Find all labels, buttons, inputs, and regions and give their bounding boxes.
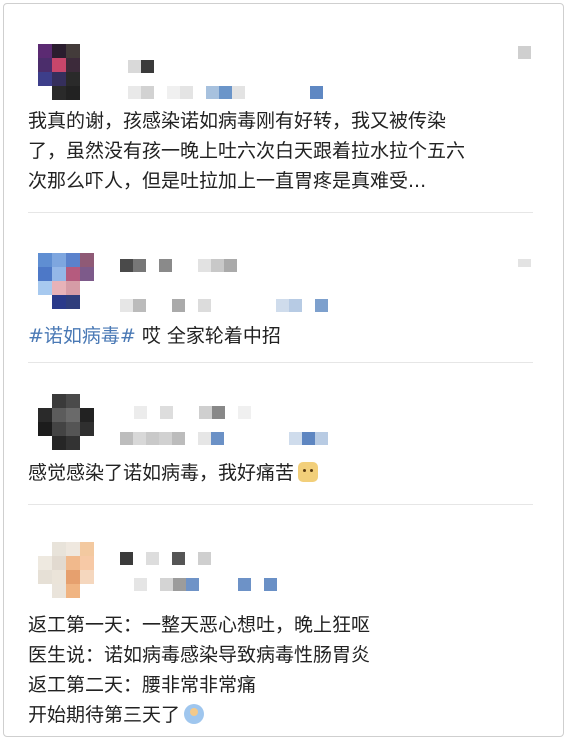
- avatar[interactable]: [38, 394, 94, 450]
- comment-item: 返工第一天：一整天恶心想吐，晚上狂呕 医生说：诺如病毒感染导致病毒性肠胃炎 返工…: [28, 532, 545, 732]
- meta-blurred: [120, 432, 328, 446]
- more-options-icon[interactable]: [518, 259, 531, 267]
- comment-card: 我真的谢，孩感染诺如病毒刚有好转，我又被传染 了，虽然没有孩一晚上吐六次白天跟着…: [3, 3, 564, 737]
- comment-line: 医生说：诺如病毒感染导致病毒性肠胃炎: [28, 644, 371, 666]
- meta-blurred: [134, 578, 277, 592]
- comment-line: 了，虽然没有孩一晚上吐六次白天跟着拉水拉个五六: [28, 140, 466, 162]
- comment-item: #诺如病毒# 哎 全家轮着中招: [28, 249, 545, 359]
- divider: [28, 212, 533, 213]
- username-blurred[interactable]: [120, 259, 237, 273]
- comment-line: 次那么吓人，但是吐拉加上一直胃疼是真难受...: [28, 170, 427, 192]
- more-options-icon[interactable]: [518, 46, 531, 59]
- divider: [28, 504, 533, 505]
- username-blurred[interactable]: [128, 60, 154, 74]
- avatar[interactable]: [38, 542, 94, 598]
- comment-line: 我真的谢，孩感染诺如病毒刚有好转，我又被传染: [28, 110, 447, 132]
- username-blurred[interactable]: [120, 552, 211, 566]
- comment-text: #诺如病毒# 哎 全家轮着中招: [28, 321, 281, 351]
- avatar[interactable]: [38, 253, 94, 309]
- comment-item: 感觉感染了诺如病毒，我好痛苦: [28, 384, 545, 499]
- comment-line: 返工第二天：腰非常非常痛: [28, 674, 257, 696]
- comment-line: 开始期待第三天了: [28, 700, 370, 730]
- hashtag-link[interactable]: #诺如病毒#: [28, 325, 136, 347]
- waving-person-icon: [184, 704, 205, 724]
- comment-line-text: 开始期待第三天了: [28, 704, 181, 726]
- comment-line: 返工第一天：一整天恶心想吐，晚上狂呕: [28, 614, 371, 636]
- username-blurred[interactable]: [134, 406, 251, 420]
- comment-text: 感觉感染了诺如病毒，我好痛苦: [28, 458, 319, 488]
- comment-body: 哎 全家轮着中招: [135, 325, 281, 347]
- comment-text: 我真的谢，孩感染诺如病毒刚有好转，我又被传染 了，虽然没有孩一晚上吐六次白天跟着…: [28, 106, 465, 196]
- meta-blurred: [120, 299, 328, 313]
- avatar[interactable]: [38, 44, 94, 100]
- meta-blurred: [128, 86, 323, 100]
- comment-item: 我真的谢，孩感染诺如病毒刚有好转，我又被传染 了，虽然没有孩一晚上吐六次白天跟着…: [28, 40, 545, 220]
- comment-body: 感觉感染了诺如病毒，我好痛苦: [28, 462, 295, 484]
- cat-face-icon: [298, 462, 319, 482]
- divider: [28, 362, 533, 363]
- comment-text: 返工第一天：一整天恶心想吐，晚上狂呕 医生说：诺如病毒感染导致病毒性肠胃炎 返工…: [28, 610, 370, 730]
